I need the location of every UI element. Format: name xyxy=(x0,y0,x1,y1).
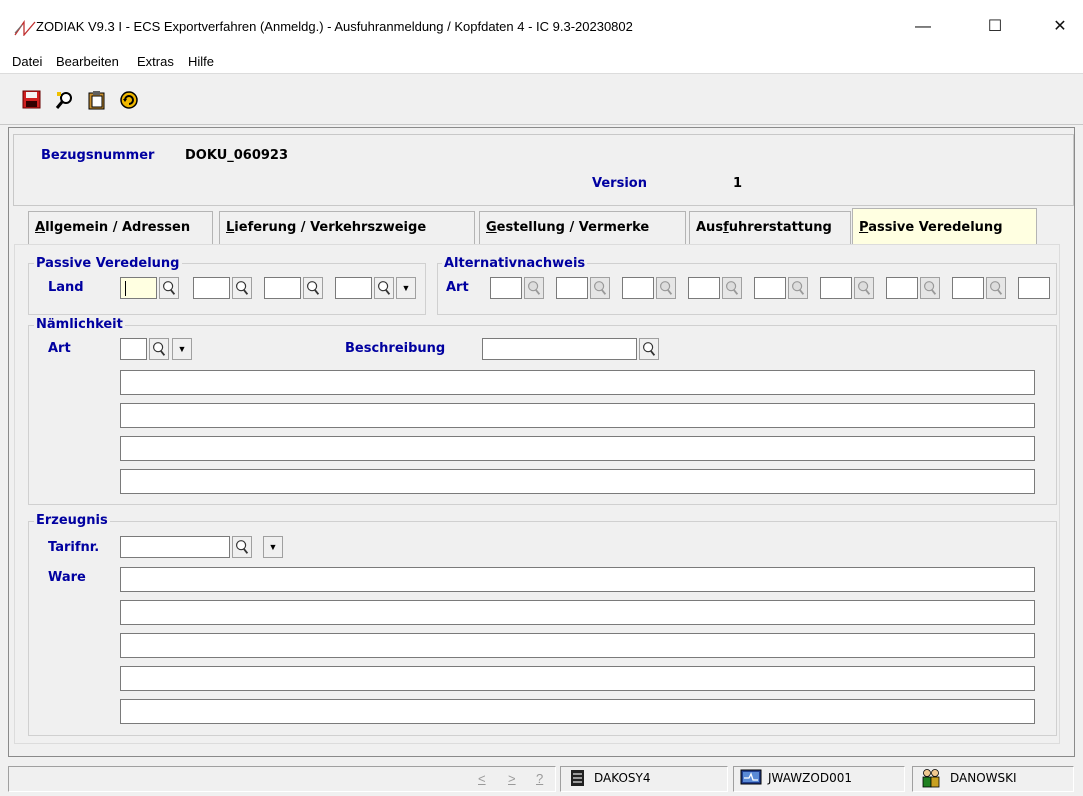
zodiak-logo-icon xyxy=(14,20,36,36)
ware-text-line-4[interactable] xyxy=(120,666,1035,691)
beschreibung-input[interactable] xyxy=(482,338,637,360)
bezugsnummer-label: Bezugsnummer xyxy=(41,148,155,163)
land-input-3[interactable] xyxy=(264,277,301,299)
status-server-name: DAKOSY4 xyxy=(594,771,651,785)
land-input-1[interactable] xyxy=(120,277,157,299)
lookup-icon xyxy=(854,277,874,299)
lookup-icon xyxy=(920,277,940,299)
ware-text-line-2[interactable] xyxy=(120,600,1035,625)
ware-text-line-5[interactable] xyxy=(120,699,1035,724)
lookup-icon[interactable] xyxy=(303,277,323,299)
ware-text-line-1[interactable] xyxy=(120,567,1035,592)
ware-text-line-3[interactable] xyxy=(120,633,1035,658)
menu-bearbeiten[interactable]: Bearbeiten xyxy=(56,54,119,69)
help-button[interactable]: ? xyxy=(536,771,543,786)
alt-art-input-7[interactable] xyxy=(886,277,918,299)
lookup-icon xyxy=(656,277,676,299)
lookup-icon xyxy=(524,277,544,299)
version-label: Version xyxy=(592,176,647,191)
tarifnr-input[interactable] xyxy=(120,536,230,558)
legend-naemlichkeit: Nämlichkeit xyxy=(34,317,125,332)
tab-allgemein-adressen[interactable]: Allgemein / Adressen xyxy=(28,211,213,244)
alt-art-input-3[interactable] xyxy=(622,277,654,299)
alt-art-input-4[interactable] xyxy=(688,277,720,299)
minimize-button[interactable]: — xyxy=(903,12,943,42)
server-icon xyxy=(571,770,584,786)
beschreibung-label: Beschreibung xyxy=(345,341,446,356)
land-label: Land xyxy=(48,280,84,295)
lookup-icon[interactable] xyxy=(159,277,179,299)
nav-prev-button[interactable]: < xyxy=(478,771,486,786)
status-cell-main xyxy=(8,766,556,792)
lookup-icon[interactable] xyxy=(232,277,252,299)
window-title: ZODIAK V9.3 I - ECS Exportverfahren (Anm… xyxy=(36,19,633,34)
lookup-icon[interactable] xyxy=(374,277,394,299)
alt-art-label: Art xyxy=(446,280,469,295)
users-icon xyxy=(922,769,940,788)
ware-label: Ware xyxy=(48,570,86,585)
alt-art-input-8[interactable] xyxy=(952,277,984,299)
save-icon[interactable] xyxy=(21,89,43,111)
naem-art-input[interactable] xyxy=(120,338,147,360)
naem-text-line-4[interactable] xyxy=(120,469,1035,494)
alt-art-input-2[interactable] xyxy=(556,277,588,299)
land-input-4[interactable] xyxy=(335,277,372,299)
lookup-icon[interactable] xyxy=(232,536,252,558)
lookup-icon xyxy=(788,277,808,299)
lookup-icon xyxy=(590,277,610,299)
status-workstation-name: JWAWZOD001 xyxy=(768,771,852,785)
clipboard-icon[interactable] xyxy=(86,89,108,111)
tab-passive-veredelung[interactable]: Passive Veredelung xyxy=(852,208,1037,244)
chevron-down-icon[interactable]: ▼ xyxy=(172,338,192,360)
status-user-name: DANOWSKI xyxy=(950,771,1017,785)
bezugsnummer-value: DOKU_060923 xyxy=(185,148,289,163)
lookup-icon[interactable] xyxy=(639,338,659,360)
tab-lieferung-verkehrszweige[interactable]: Lieferung / Verkehrszweige xyxy=(219,211,475,244)
land-input-2[interactable] xyxy=(193,277,230,299)
legend-alternativnachweis: Alternativnachweis xyxy=(442,256,588,271)
menu-extras[interactable]: Extras xyxy=(137,54,174,69)
alt-art-input-9[interactable] xyxy=(1018,277,1050,299)
alt-art-input-5[interactable] xyxy=(754,277,786,299)
menu-datei[interactable]: Datei xyxy=(12,54,42,69)
alt-art-input-6[interactable] xyxy=(820,277,852,299)
chevron-down-icon[interactable]: ▼ xyxy=(396,277,416,299)
lookup-icon xyxy=(722,277,742,299)
version-value: 1 xyxy=(733,176,743,191)
toolbar xyxy=(0,75,1083,125)
lookup-icon xyxy=(986,277,1006,299)
alt-art-input-1[interactable] xyxy=(490,277,522,299)
tarifnr-label: Tarifnr. xyxy=(48,540,100,555)
chevron-down-icon[interactable]: ▼ xyxy=(263,536,283,558)
nav-next-button[interactable]: > xyxy=(508,771,516,786)
lookup-icon[interactable] xyxy=(149,338,169,360)
header-box xyxy=(13,134,1074,206)
maximize-button[interactable]: ☐ xyxy=(975,12,1015,42)
tab-gestellung-vermerke[interactable]: Gestellung / Vermerke xyxy=(479,211,686,244)
refresh-icon[interactable] xyxy=(118,89,140,111)
close-button[interactable]: ✕ xyxy=(1040,12,1080,42)
tab-ausfuhrerstattung[interactable]: Ausfuhrerstattung xyxy=(689,211,851,244)
naem-text-line-2[interactable] xyxy=(120,403,1035,428)
find-icon[interactable] xyxy=(54,89,76,111)
naem-text-line-1[interactable] xyxy=(120,370,1035,395)
legend-erzeugnis: Erzeugnis xyxy=(34,513,110,528)
legend-passive-veredelung: Passive Veredelung xyxy=(34,256,182,271)
workstation-icon xyxy=(740,769,762,785)
menu-hilfe[interactable]: Hilfe xyxy=(188,54,214,69)
naem-art-label: Art xyxy=(48,341,71,356)
naem-text-line-3[interactable] xyxy=(120,436,1035,461)
